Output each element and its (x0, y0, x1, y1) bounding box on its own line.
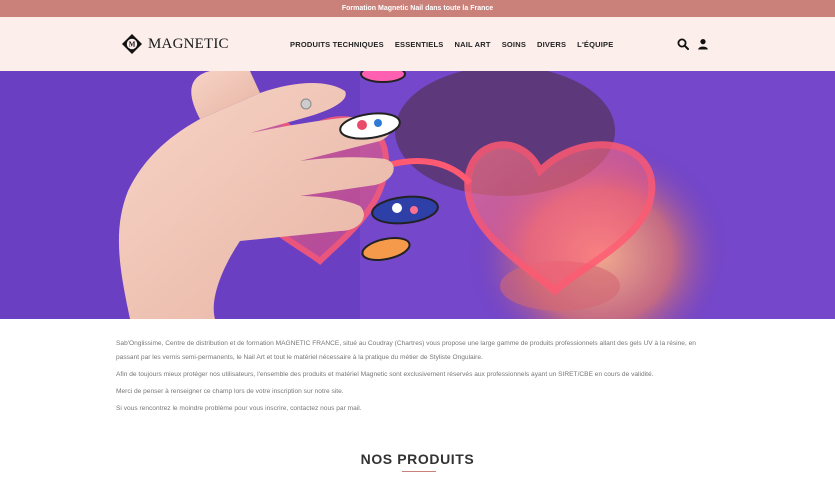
intro-paragraph: Merci de penser à renseigner ce champ lo… (116, 387, 344, 395)
announcement-text: Formation Magnetic Nail dans toute la Fr… (341, 5, 494, 12)
header-actions (669, 17, 709, 71)
nav-soins[interactable]: SOINS (502, 40, 526, 49)
intro-paragraph: Afin de toujours mieux protéger nos util… (116, 370, 654, 378)
user-icon[interactable] (697, 38, 709, 50)
logo-text: MAGNETIC (148, 35, 229, 52)
site-logo[interactable]: M MAGNETIC (121, 31, 229, 57)
nav-essentiels[interactable]: ESSENTIELS (395, 40, 444, 49)
nav-nail-art[interactable]: NAIL ART (455, 40, 491, 49)
nav-produits-techniques[interactable]: PRODUITS TECHNIQUES (290, 40, 384, 49)
intro-paragraph: Sab'Onglissime, Centre de distribution e… (116, 340, 696, 361)
nav-divers[interactable]: DIVERS (537, 40, 566, 49)
title-underline (402, 471, 436, 472)
intro-paragraph: Si vous rencontrez le moindre problème p… (116, 404, 362, 412)
hero-banner (0, 71, 835, 319)
site-header: M MAGNETIC PRODUITS TECHNIQUES ESSENTIEL… (0, 17, 835, 71)
magnetic-logo-icon: M (122, 34, 142, 54)
products-section-title: NOS PRODUITS (360, 451, 475, 467)
main-nav: PRODUITS TECHNIQUES ESSENTIELS NAIL ART … (290, 17, 624, 71)
hero-image (0, 71, 835, 319)
search-icon[interactable] (677, 38, 689, 50)
svg-text:M: M (129, 41, 136, 49)
intro-text: Sab'Onglissime, Centre de distribution e… (0, 319, 835, 415)
announcement-bar: Formation Magnetic Nail dans toute la Fr… (0, 0, 835, 17)
nav-equipe[interactable]: L'ÉQUIPE (577, 40, 613, 49)
